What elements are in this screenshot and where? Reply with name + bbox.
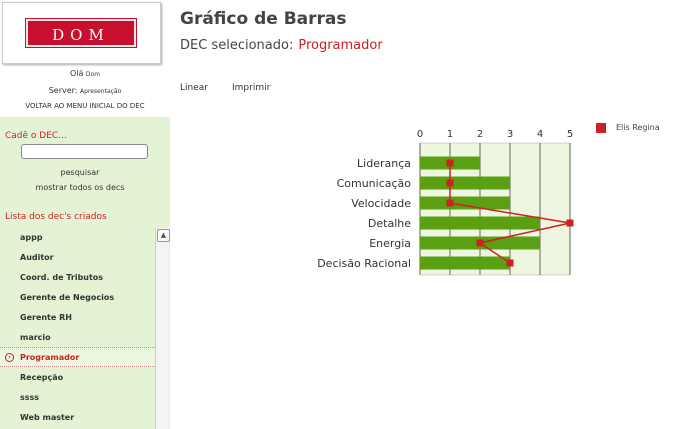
bar: [420, 256, 510, 270]
tab-imprimir[interactable]: Imprimir: [232, 83, 270, 93]
dec-list-title: Lista dos dec's criados: [5, 212, 107, 222]
bar: [420, 156, 480, 170]
dec-selected: DEC selecionado: Programador: [180, 38, 383, 53]
greeting: Olá Dom: [0, 69, 170, 78]
bar: [420, 236, 540, 250]
x-tick-label: 3: [507, 129, 513, 140]
category-label: Liderança: [357, 157, 411, 170]
tab-linear[interactable]: Linear: [180, 83, 208, 93]
page-title: Gráfico de Barras: [180, 9, 347, 29]
legend-swatch: [596, 123, 606, 133]
x-tick-label: 2: [477, 129, 483, 140]
selected-arrow-icon: ›: [5, 353, 14, 362]
dom-logo[interactable]: DOM: [25, 18, 137, 48]
x-tick-label: 0: [417, 129, 423, 140]
sidebar: DOM Olá Dom Server: Apresentação VOLTAR …: [0, 0, 170, 429]
plot-area: [419, 142, 571, 276]
x-tick-label: 5: [567, 129, 573, 140]
series-line: [449, 163, 571, 264]
search-input[interactable]: [21, 144, 148, 159]
search-link[interactable]: pesquisar: [0, 168, 160, 177]
show-all-decs-link[interactable]: mostrar todos os decs: [0, 183, 160, 192]
dec-item-recepcao[interactable]: Recepção: [0, 368, 155, 388]
series-point: [566, 219, 574, 227]
dec-item-label: Programador: [20, 353, 80, 362]
legend-label: Elis Regina: [616, 123, 660, 132]
dec-selected-label: DEC selecionado:: [180, 38, 294, 53]
server-name: Apresentação: [80, 88, 122, 95]
category-label: Energia: [369, 237, 411, 250]
x-tick-label: 1: [447, 129, 453, 140]
server-prefix: Server:: [48, 86, 78, 95]
greeting-user: Dom: [85, 71, 101, 78]
dec-item-auditor[interactable]: Auditor: [0, 248, 155, 268]
series-point: [446, 179, 454, 187]
bar: [420, 196, 510, 210]
logo-frame: DOM: [2, 2, 161, 64]
series-point: [446, 199, 454, 207]
category-label: Decisão Racional: [317, 257, 411, 270]
series-point: [506, 259, 514, 267]
bar: [420, 176, 510, 190]
dec-item-coord-tributos[interactable]: Coord. de Tributos: [0, 268, 155, 288]
greeting-prefix: Olá: [69, 69, 84, 78]
dec-item-ssss[interactable]: ssss: [0, 388, 155, 408]
scroll-up-arrow-icon[interactable]: ▲: [157, 229, 170, 242]
dec-item-gerente-negocios[interactable]: Gerente de Negocios: [0, 288, 155, 308]
list-scrollbar[interactable]: ▲: [155, 228, 170, 429]
search-section-title: Cadê o DEC...: [5, 131, 67, 141]
dec-selected-value: Programador: [298, 38, 383, 53]
series-point: [446, 159, 454, 167]
dec-item-appp[interactable]: appp: [0, 228, 155, 248]
server-info: Server: Apresentação: [0, 86, 170, 95]
category-label: Detalhe: [368, 217, 411, 230]
series-point: [476, 239, 484, 247]
category-label: Comunicação: [337, 177, 412, 190]
dec-item-gerente-rh[interactable]: Gerente RH: [0, 308, 155, 328]
dec-item-web-master[interactable]: Web master: [0, 408, 155, 428]
dec-item-programador[interactable]: › Programador: [0, 347, 155, 367]
x-tick-label: 4: [537, 129, 543, 140]
back-to-menu-link[interactable]: VOLTAR AO MENU INICIAL DO DEC: [0, 102, 170, 110]
category-label: Velocidade: [351, 197, 411, 210]
bar: [420, 216, 540, 230]
dec-item-marcio[interactable]: marcio: [0, 328, 155, 348]
